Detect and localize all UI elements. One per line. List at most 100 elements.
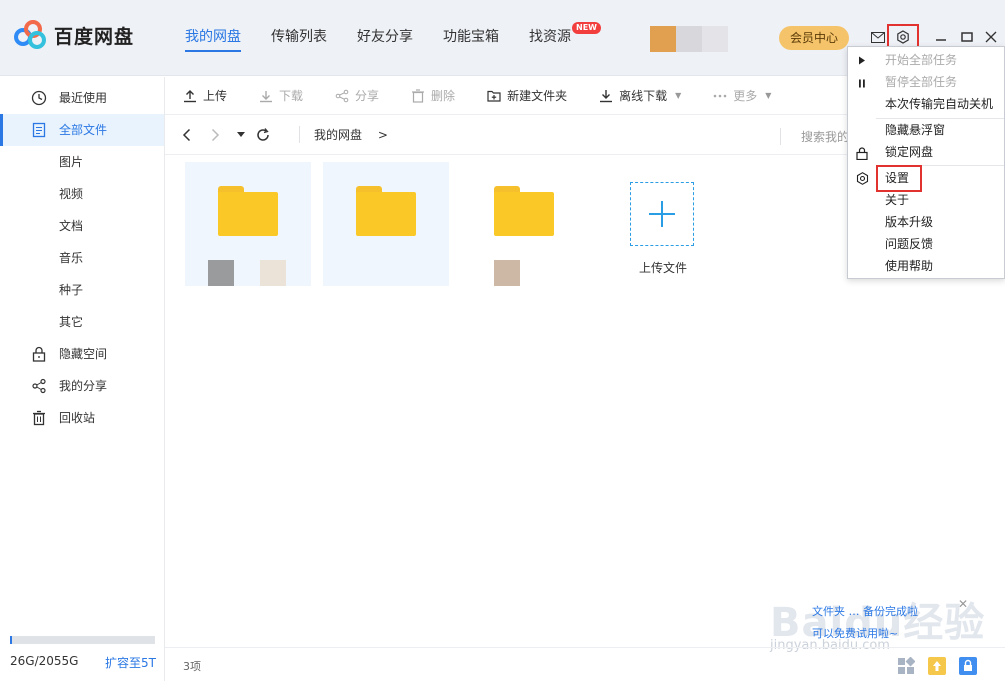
back-icon[interactable] [177,125,197,145]
expand-storage-link[interactable]: 扩容至5T [105,654,156,671]
offline-download-button[interactable]: 离线下载 ▼ [599,87,681,104]
close-icon[interactable] [980,26,1002,48]
upload-file-label: 上传文件 [638,261,687,275]
folder-item[interactable] [323,162,449,286]
menu-auto-shutdown[interactable]: 本次传输完自动关机 [885,93,993,115]
chevron-down-icon: ▼ [765,91,772,100]
app-title: 百度网盘 [54,25,135,48]
sidebar-item-label: 我的分享 [59,379,108,393]
sidebar-item-recent[interactable]: 最近使用 [0,82,164,114]
mail-icon[interactable] [867,26,889,48]
folder-icon [218,186,278,236]
share-button[interactable]: 分享 [335,87,379,104]
tab-find-resources-label: 找资源 [529,29,571,45]
maximize-icon[interactable] [956,26,978,48]
storage-progress-fill [10,636,12,644]
sidebar-item-documents[interactable]: 文档 [0,210,164,242]
tab-toolbox[interactable]: 功能宝箱 [443,0,499,76]
folder-icon [494,186,554,236]
folder-name-blurred [260,260,286,286]
sidebar-item-label: 全部文件 [59,123,108,137]
new-folder-button[interactable]: 新建文件夹 [487,87,567,104]
status-bar: 3项 [165,647,1005,681]
more-button[interactable]: 更多 ▼ [713,87,771,104]
tab-transfer-list[interactable]: 传输列表 [271,0,327,76]
menu-start-all-tasks[interactable]: 开始全部任务 [885,49,957,71]
upload-icon [184,89,196,102]
folder-item[interactable] [461,162,587,286]
sidebar-item-all-files[interactable]: 全部文件 [0,114,164,146]
promo-line-1: 文件夹 … 备份完成啦 [812,605,918,618]
storage-usage: 26G/2055G [10,654,79,668]
more-label: 更多 [733,89,758,103]
breadcrumb: 我的网盘 > [299,126,388,143]
share-icon [32,378,46,394]
play-icon [855,53,869,67]
search-input[interactable]: 搜索我的 [780,128,849,145]
menu-about[interactable]: 关于 [885,189,909,211]
history-dropdown-icon[interactable] [231,125,251,145]
sidebar-item-other[interactable]: 其它 [0,306,164,338]
upload-label: 上传 [203,89,228,103]
breadcrumb-my-disk[interactable]: 我的网盘 [314,128,362,142]
forward-icon[interactable] [205,125,225,145]
document-icon [32,122,46,138]
tab-friend-share[interactable]: 好友分享 [357,0,413,76]
download-button[interactable]: 下载 [259,87,303,104]
folder-name-blurred [208,260,234,286]
storage-progress-bar [10,636,155,644]
baidu-cloud-logo-icon [14,20,48,50]
promo-notice[interactable]: 文件夹 … 备份完成啦 可以免费试用啦~ [800,600,970,644]
grid-view-icon[interactable] [897,657,915,675]
sidebar-item-videos[interactable]: 视频 [0,178,164,210]
delete-button[interactable]: 删除 [411,87,455,104]
sidebar-item-label: 回收站 [59,411,96,425]
lock-icon [32,346,46,362]
menu-version-upgrade[interactable]: 版本升级 [885,211,933,233]
settings-dropdown-menu: 开始全部任务 暂停全部任务 本次传输完自动关机 隐藏悬浮窗 锁定网盘 设置 关于… [847,46,1005,279]
tab-my-disk[interactable]: 我的网盘 [185,0,241,76]
sidebar-item-images[interactable]: 图片 [0,146,164,178]
app-logo: 百度网盘 [14,20,134,50]
breadcrumb-separator: > [377,128,388,142]
new-folder-icon [487,90,501,102]
download-icon [260,90,273,102]
trash-icon [412,88,425,103]
folder-item[interactable] [185,162,311,286]
folder-name-blurred [494,260,520,286]
sidebar-item-my-shares[interactable]: 我的分享 [0,370,164,402]
menu-pause-all-tasks[interactable]: 暂停全部任务 [885,71,957,93]
download-label: 下载 [279,89,304,103]
sidebar-item-torrents[interactable]: 种子 [0,274,164,306]
offline-download-icon [600,89,613,102]
promo-close-icon[interactable]: ✕ [958,597,968,611]
promo-line-2: 可以免费试用啦~ [812,627,899,640]
settings-highlight-box [876,165,922,192]
gear-icon [855,171,869,185]
vip-center-button[interactable]: 会员中心 [779,26,849,50]
share-label: 分享 [355,89,380,103]
upload-file-tile[interactable] [630,182,694,246]
sidebar-item-hidden-space[interactable]: 隐藏空间 [0,338,164,370]
sidebar-item-label: 隐藏空间 [59,347,108,361]
refresh-icon[interactable] [253,125,273,145]
menu-help[interactable]: 使用帮助 [885,255,933,277]
item-count: 3项 [183,660,201,673]
main-nav: 我的网盘 传输列表 好友分享 功能宝箱 找资源 NEW [170,0,601,76]
menu-lock-disk[interactable]: 锁定网盘 [885,141,933,163]
upload-button[interactable]: 上传 [183,87,227,104]
offline-download-label: 离线下载 [619,89,668,103]
pause-icon [855,76,869,90]
tab-find-resources[interactable]: 找资源 NEW [529,0,601,76]
lock-icon [855,146,869,160]
sidebar-item-recycle-bin[interactable]: 回收站 [0,402,164,434]
user-avatar[interactable] [650,26,728,52]
lock-icon[interactable] [959,657,977,675]
trash-icon [33,410,45,426]
sidebar-item-music[interactable]: 音乐 [0,242,164,274]
plus-icon [649,201,675,227]
upgrade-icon[interactable] [928,657,946,675]
menu-feedback[interactable]: 问题反馈 [885,233,933,255]
minimize-icon[interactable] [930,26,952,48]
menu-hide-floating-window[interactable]: 隐藏悬浮窗 [885,119,945,141]
